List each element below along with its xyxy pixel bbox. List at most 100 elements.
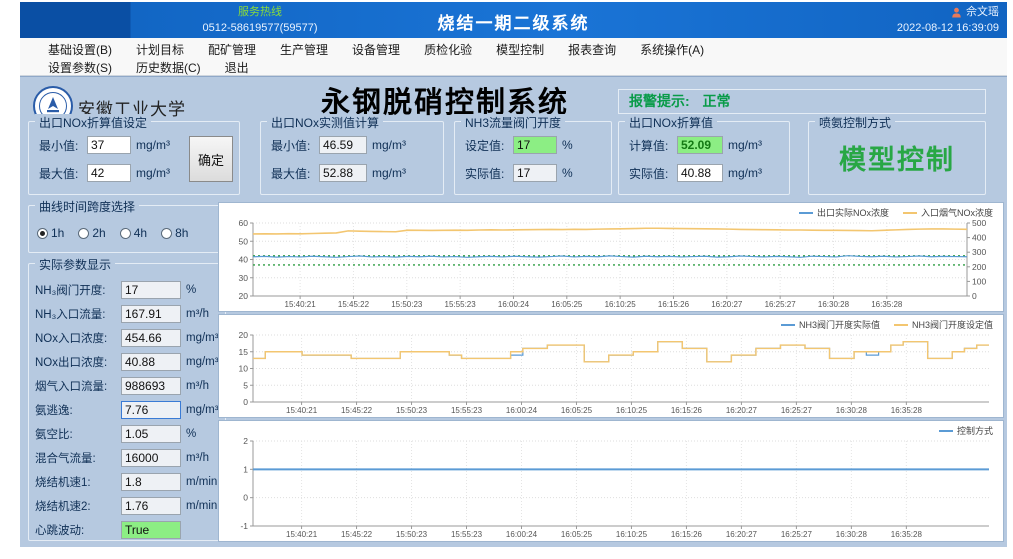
param-value-input[interactable]	[121, 353, 181, 371]
menu-item-3[interactable]: 生产管理	[280, 41, 328, 58]
svg-text:16:20:27: 16:20:27	[726, 406, 758, 415]
svg-text:16:00:24: 16:00:24	[498, 300, 530, 309]
max-unit: mg/m³	[372, 166, 406, 180]
nox-min-input[interactable]	[87, 136, 131, 154]
param-value-input[interactable]	[121, 401, 181, 419]
svg-text:15:55:23: 15:55:23	[451, 530, 483, 539]
submenu-item-2[interactable]: 退出	[225, 59, 249, 76]
menu-item-5[interactable]: 质检化验	[424, 41, 472, 58]
chart-legend: NH3阀门开度实际值NH3阀门开度设定值	[781, 318, 993, 331]
svg-text:30: 30	[239, 273, 249, 283]
param-row: NOx出口浓度:mg/m³	[35, 353, 221, 371]
svg-text:300: 300	[972, 247, 986, 257]
svg-text:15:40:21: 15:40:21	[286, 406, 318, 415]
radio-label: 1h	[51, 226, 64, 240]
max-unit: mg/m³	[136, 166, 170, 180]
svg-text:16:05:25: 16:05:25	[561, 530, 593, 539]
measured-min-input[interactable]	[319, 136, 367, 154]
legend-label: NH3阀门开度实际值	[799, 318, 880, 331]
chart-legend: 控制方式	[939, 424, 993, 437]
param-unit: mg/m³	[186, 332, 219, 344]
svg-text:15:55:23: 15:55:23	[451, 406, 483, 415]
set-label: 设定值:	[465, 137, 513, 154]
timespan-radio-2h[interactable]: 2h	[78, 226, 105, 240]
panel-nox-measured: 出口NOx实测值计算 最小值: mg/m³ 最大值: mg/m³	[260, 121, 444, 195]
user-box: 佘文瑶 2022-08-12 16:39:09	[897, 4, 999, 36]
menu-item-1[interactable]: 计划目标	[136, 41, 184, 58]
param-value-input[interactable]	[121, 473, 181, 491]
param-label: NH₃入口流量:	[35, 306, 121, 322]
param-unit: m³/h	[186, 380, 209, 392]
nox-max-input[interactable]	[87, 164, 131, 182]
svg-text:15:45:22: 15:45:22	[338, 300, 370, 309]
set-unit: %	[562, 138, 573, 152]
svg-text:1: 1	[243, 464, 248, 474]
svg-text:20: 20	[239, 330, 249, 340]
panel-nox-converted: 出口NOx折算值 计算值: mg/m³ 实际值: mg/m³	[618, 121, 790, 195]
param-row: NH₃阀门开度:%	[35, 281, 221, 299]
param-row: NH₃入口流量:m³/h	[35, 305, 221, 323]
chart-nh3-valve-trend: NH3阀门开度实际值NH3阀门开度设定值0510152015:40:2115:4…	[218, 314, 1004, 418]
radio-icon	[120, 228, 131, 239]
param-row: 烟气入口流量: m³/h	[35, 377, 221, 395]
timespan-radio-1h[interactable]: 1h	[37, 226, 64, 240]
submenu-item-0[interactable]: 设置参数(S)	[48, 59, 112, 76]
param-unit: %	[186, 428, 196, 440]
param-value-input[interactable]	[121, 521, 181, 539]
param-unit: m³/h	[186, 452, 209, 464]
param-value-input[interactable]	[121, 281, 181, 299]
svg-text:16:35:28: 16:35:28	[871, 300, 903, 309]
menu-item-8[interactable]: 系统操作(A)	[640, 41, 704, 58]
min-label: 最小值:	[39, 137, 87, 154]
menu-item-6[interactable]: 模型控制	[496, 41, 544, 58]
actual-label: 实际值:	[629, 165, 677, 182]
submenu-item-1[interactable]: 历史数据(C)	[136, 59, 201, 76]
svg-text:16:35:28: 16:35:28	[891, 406, 923, 415]
timespan-radio-4h[interactable]: 4h	[120, 226, 147, 240]
window-title: 烧结一期二级系统	[20, 9, 1007, 34]
svg-text:16:10:25: 16:10:25	[616, 406, 648, 415]
panel-title: 出口NOx折算值	[625, 114, 717, 131]
radio-label: 8h	[175, 226, 188, 240]
legend-item: 出口实际NOx浓度	[799, 206, 889, 219]
chart-control-mode-trend: 控制方式-101215:40:2115:45:2215:50:2315:55:2…	[218, 420, 1004, 542]
svg-text:16:15:26: 16:15:26	[671, 530, 703, 539]
valve-set-input[interactable]	[513, 136, 557, 154]
valve-actual-input[interactable]	[513, 164, 557, 182]
legend-item: 控制方式	[939, 424, 993, 437]
param-row: 烧结机速1:m/min	[35, 473, 221, 491]
param-value-input[interactable]	[121, 305, 181, 323]
menu-item-7[interactable]: 报表查询	[568, 41, 616, 58]
svg-text:0: 0	[243, 493, 248, 503]
converted-calc-input[interactable]	[677, 136, 723, 154]
title-bar: 服务热线 0512-58619577(59577) 烧结一期二级系统 佘文瑶 2…	[20, 2, 1007, 38]
control-mode-value: 模型控制	[809, 138, 985, 177]
param-value-input[interactable]	[121, 329, 181, 347]
param-label: 烟气入口流量:	[35, 378, 121, 394]
param-value-input[interactable]	[121, 497, 181, 515]
timespan-radio-8h[interactable]: 8h	[161, 226, 188, 240]
actual-label: 实际值:	[465, 165, 513, 182]
converted-actual-input[interactable]	[677, 164, 723, 182]
param-value-input[interactable]	[121, 377, 181, 395]
param-value-input[interactable]	[121, 449, 181, 467]
min-unit: mg/m³	[136, 138, 170, 152]
min-unit: mg/m³	[372, 138, 406, 152]
param-label: NH₃阀门开度:	[35, 282, 121, 298]
svg-text:16:05:25: 16:05:25	[551, 300, 583, 309]
confirm-button[interactable]: 确定	[189, 136, 233, 182]
menu-item-4[interactable]: 设备管理	[352, 41, 400, 58]
param-value-input[interactable]	[121, 425, 181, 443]
param-row: 心跳波动:	[35, 521, 221, 539]
menu-item-2[interactable]: 配矿管理	[208, 41, 256, 58]
radio-icon	[78, 228, 89, 239]
svg-text:400: 400	[972, 233, 986, 243]
app-window: 服务热线 0512-58619577(59577) 烧结一期二级系统 佘文瑶 2…	[20, 2, 1007, 547]
measured-max-input[interactable]	[319, 164, 367, 182]
menu-bar: 基础设置(B) 计划目标 配矿管理 生产管理 设备管理 质检化验 模型控制 报表查询 系统操作(…	[20, 38, 1007, 76]
svg-text:16:10:25: 16:10:25	[605, 300, 637, 309]
menu-item-0[interactable]: 基础设置(B)	[48, 41, 112, 58]
param-label: 氨逃逸:	[35, 402, 121, 418]
svg-text:16:05:25: 16:05:25	[561, 406, 593, 415]
panel-title: NH3流量阀门开度	[461, 114, 565, 131]
